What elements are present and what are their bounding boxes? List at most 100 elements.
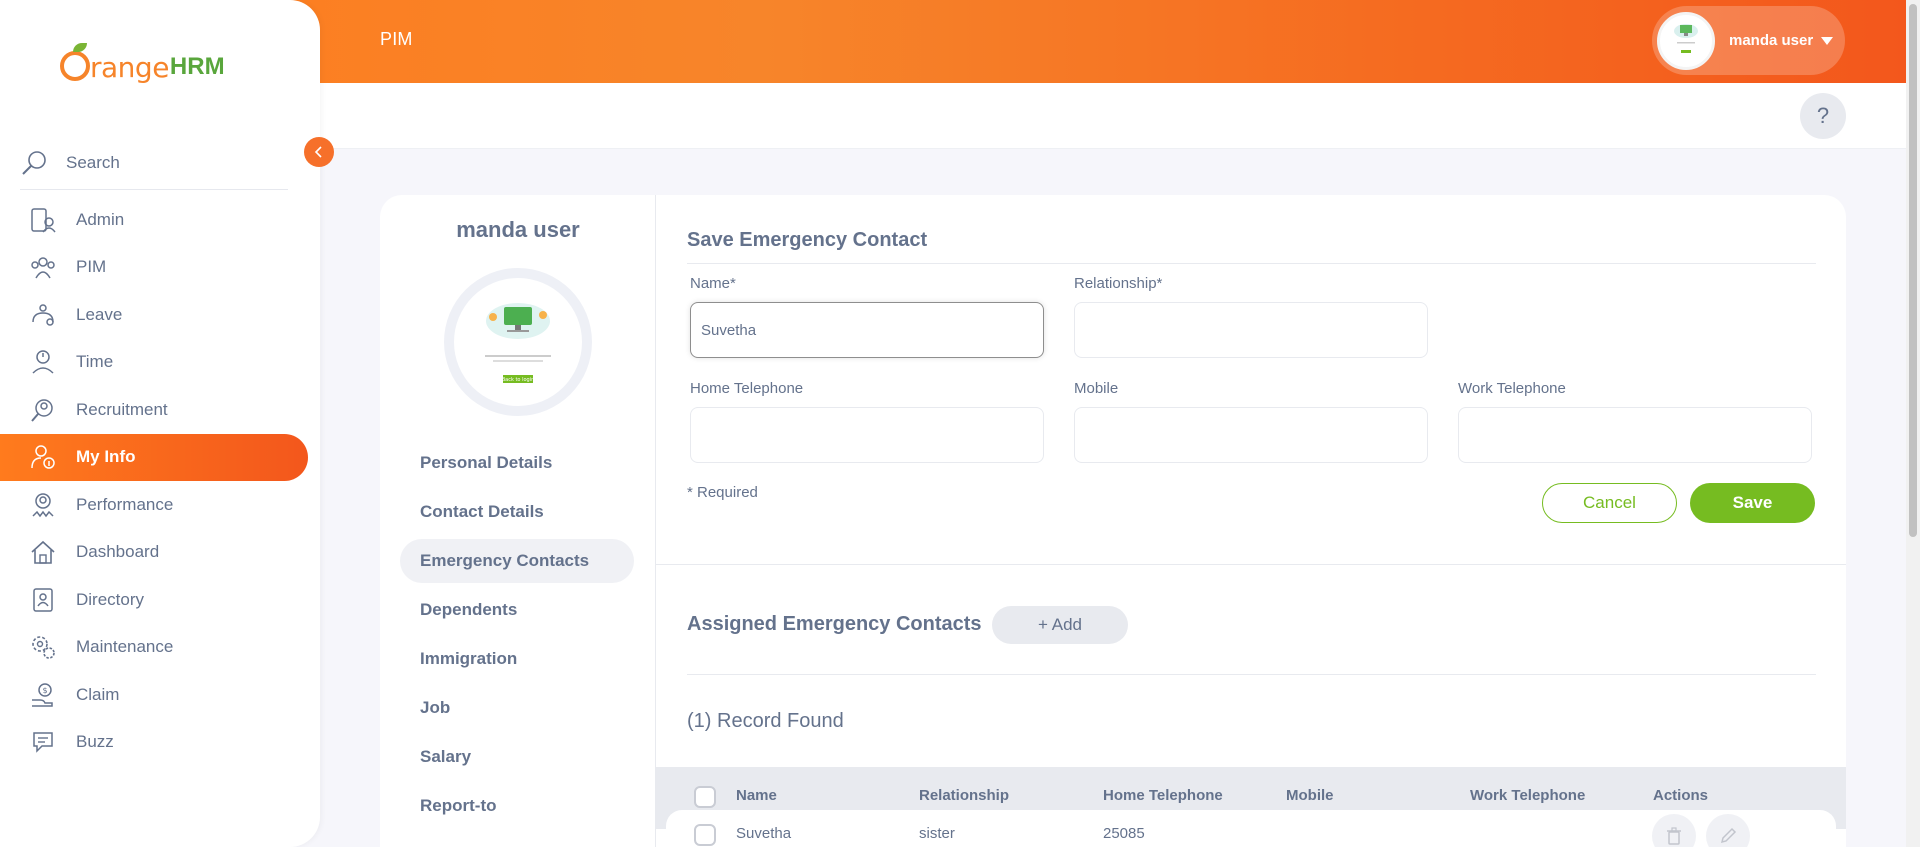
employee-photo[interactable]: Back to login: [444, 268, 592, 416]
profile-picture: Back to login: [454, 278, 582, 406]
photo-caption: Back to login: [502, 377, 535, 383]
column-header[interactable]: Name: [736, 787, 777, 804]
select-all-checkbox[interactable]: [694, 786, 716, 808]
cell-home-telephone: 25085: [1103, 825, 1145, 842]
employee-profile-panel: manda user Back to login Personal Detail…: [380, 195, 656, 847]
tab-job[interactable]: Job: [400, 686, 634, 730]
tab-report-to[interactable]: Report-to: [400, 784, 634, 828]
work-telephone-label: Work Telephone: [1458, 380, 1566, 397]
column-header[interactable]: Home Telephone: [1103, 787, 1223, 804]
tab-contact-details[interactable]: Contact Details: [400, 490, 634, 534]
search-icon: [22, 150, 46, 175]
tab-dependents[interactable]: Dependents: [400, 588, 634, 632]
directory-icon: [28, 585, 58, 615]
edit-button[interactable]: [1706, 814, 1750, 847]
sidebar-item-recruitment[interactable]: Recruitment: [0, 386, 308, 434]
home-telephone-label: Home Telephone: [690, 380, 804, 397]
svg-text:$: $: [43, 686, 48, 695]
pencil-icon: [1720, 827, 1737, 844]
sidebar-item-admin[interactable]: Admin: [0, 196, 308, 244]
sidebar-item-my-info[interactable]: My Info: [0, 433, 308, 481]
table-row[interactable]: Suvetha sister 25085: [666, 810, 1836, 847]
sidebar-item-label: Performance: [76, 494, 174, 514]
tab-emergency-contacts[interactable]: Emergency Contacts: [400, 539, 634, 583]
scrollbar-thumb[interactable]: [1909, 4, 1917, 537]
tab-personal-details[interactable]: Personal Details: [400, 441, 634, 485]
sidebar-item-label: Buzz: [76, 732, 114, 752]
performance-icon: [28, 490, 58, 520]
sidebar-item-label: Directory: [76, 589, 145, 609]
sidebar-item-leave[interactable]: Leave: [0, 291, 308, 339]
column-header[interactable]: Mobile: [1286, 787, 1334, 804]
assigned-divider: [687, 674, 1816, 675]
sidebar-item-buzz[interactable]: Buzz: [0, 719, 308, 767]
sidebar-item-label: Leave: [76, 304, 123, 324]
mobile-field[interactable]: [1074, 407, 1428, 463]
employee-name: manda user: [456, 217, 580, 242]
add-contact-button[interactable]: + Add: [992, 606, 1128, 644]
main-menu: Admin PIM Leave Time Recruitment My Info…: [0, 196, 320, 766]
help-button[interactable]: ?: [1800, 93, 1846, 139]
column-header[interactable]: Work Telephone: [1470, 787, 1585, 804]
sidebar-item-performance[interactable]: Performance: [0, 481, 308, 529]
cancel-button[interactable]: Cancel: [1542, 483, 1677, 523]
maintenance-icon: [28, 632, 58, 662]
sidebar-item-dashboard[interactable]: Dashboard: [0, 529, 308, 577]
brand-logo[interactable]: range HRM: [60, 38, 225, 84]
admin-icon: [28, 205, 58, 235]
relationship-field[interactable]: [1074, 302, 1428, 358]
sidebar-item-pim[interactable]: PIM: [0, 244, 308, 292]
required-note: * Required: [687, 484, 758, 501]
profile-picture-icon: [1661, 15, 1711, 66]
tab-salary[interactable]: Salary: [400, 735, 634, 779]
trash-icon: [1667, 827, 1681, 845]
sidebar-item-directory[interactable]: Directory: [0, 576, 308, 624]
sidebar-item-time[interactable]: Time: [0, 339, 308, 387]
time-icon: [28, 347, 58, 377]
delete-button[interactable]: [1652, 814, 1696, 847]
brand-suffix: HRM: [169, 53, 225, 80]
sidebar-item-label: Maintenance: [76, 637, 174, 657]
assigned-title: Assigned Emergency Contacts: [687, 613, 982, 635]
sidebar-search[interactable]: Search: [20, 136, 288, 190]
collapse-sidebar-button[interactable]: [304, 137, 334, 167]
section-divider: [656, 564, 1846, 565]
row-checkbox[interactable]: [694, 824, 716, 846]
user-name: manda user: [1729, 32, 1814, 49]
logo-o-icon: [60, 43, 90, 81]
sidebar-item-label: Dashboard: [76, 542, 160, 562]
user-dropdown[interactable]: manda user: [1652, 6, 1845, 75]
tab-immigration[interactable]: Immigration: [400, 637, 634, 681]
recruitment-icon: [28, 395, 58, 425]
home-telephone-field[interactable]: [690, 407, 1044, 463]
buzz-icon: [28, 727, 58, 757]
sidebar-item-label: Recruitment: [76, 399, 168, 419]
save-button[interactable]: Save: [1690, 483, 1815, 523]
records-found: (1) Record Found: [687, 710, 844, 732]
name-field[interactable]: [690, 302, 1044, 358]
chevron-down-icon: [1821, 36, 1834, 45]
form-divider: [687, 263, 1816, 264]
sidebar-item-claim[interactable]: $ Claim: [0, 671, 308, 719]
profile-picture-icon: Back to login: [485, 303, 551, 383]
form-title: Save Emergency Contact: [687, 229, 928, 251]
dashboard-icon: [28, 537, 58, 567]
cell-relationship: sister: [919, 825, 955, 842]
sidebar-item-label: Claim: [76, 684, 120, 704]
my-info-icon: [28, 442, 58, 472]
relationship-label: Relationship*: [1074, 275, 1163, 292]
sidebar-item-label: PIM: [76, 257, 107, 277]
column-header[interactable]: Relationship: [919, 787, 1009, 804]
pim-icon: [28, 252, 58, 282]
cell-name: Suvetha: [736, 825, 792, 842]
sidebar-item-label: Time: [76, 352, 114, 372]
claim-icon: $: [28, 680, 58, 710]
employee-tabs: Personal Details Contact Details Emergen…: [400, 441, 634, 833]
sidebar: range HRM Search Admin PIM Leave Time Re…: [0, 0, 320, 847]
sidebar-item-maintenance[interactable]: Maintenance: [0, 624, 308, 672]
name-label: Name*: [690, 275, 736, 292]
module-title: PIM: [380, 29, 413, 49]
work-telephone-field[interactable]: [1458, 407, 1812, 463]
leave-icon: [28, 300, 58, 330]
sidebar-item-label: Admin: [76, 209, 125, 229]
